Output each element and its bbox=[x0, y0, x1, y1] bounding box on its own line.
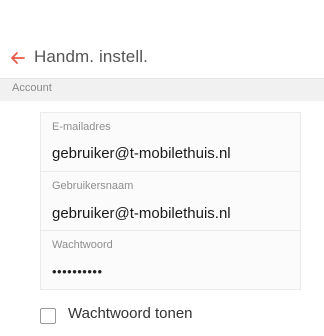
field-divider bbox=[41, 171, 300, 172]
section-label: Account bbox=[12, 82, 52, 94]
email-label: E-mailadres bbox=[52, 121, 111, 133]
password-field[interactable]: •••••••••• bbox=[52, 264, 103, 279]
username-field[interactable]: gebruiker@t-mobilethuis.nl bbox=[52, 205, 231, 222]
account-fields-card: E-mailadres gebruiker@t-mobilethuis.nl G… bbox=[40, 112, 301, 290]
field-divider bbox=[41, 230, 300, 231]
show-password-label[interactable]: Wachtwoord tonen bbox=[68, 305, 193, 322]
app-header: Handm. instell. bbox=[0, 38, 324, 78]
username-label: Gebruikersnaam bbox=[52, 180, 134, 192]
section-header-account: Account bbox=[0, 78, 324, 101]
email-field[interactable]: gebruiker@t-mobilethuis.nl bbox=[52, 145, 231, 162]
arrow-left-icon bbox=[11, 52, 25, 64]
back-button[interactable] bbox=[6, 46, 30, 70]
password-label: Wachtwoord bbox=[52, 239, 113, 251]
page-title: Handm. instell. bbox=[34, 47, 148, 66]
show-password-checkbox[interactable] bbox=[40, 308, 56, 324]
